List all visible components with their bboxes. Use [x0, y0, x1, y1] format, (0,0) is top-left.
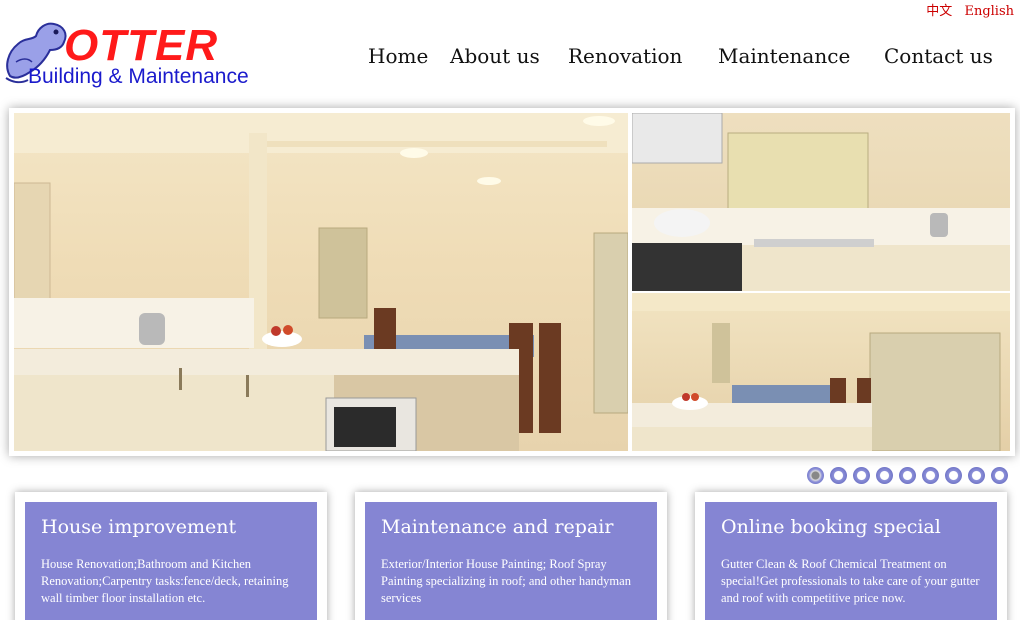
lang-chinese-link[interactable]: 中文: [926, 4, 952, 19]
slider-dot-1[interactable]: [807, 467, 824, 484]
card-panel: Online booking special Gutter Clean & Ro…: [705, 502, 997, 620]
card-title: Maintenance and repair: [381, 516, 614, 538]
slider-dot-8[interactable]: [968, 467, 985, 484]
card-panel: House improvement House Renovation;Bathr…: [25, 502, 317, 620]
language-switcher: 中文 English: [918, 0, 1014, 19]
hero-slider[interactable]: [9, 108, 1015, 456]
slider-dot-2[interactable]: [830, 467, 847, 484]
slider-dot-7[interactable]: [945, 467, 962, 484]
logo-word: OTTER: [64, 21, 219, 70]
slider-dot-9[interactable]: [991, 467, 1008, 484]
nav-contact-us[interactable]: Contact us: [884, 44, 993, 68]
card-online-booking[interactable]: Online booking special Gutter Clean & Ro…: [695, 492, 1007, 620]
kitchen-photo-bottom-right: [632, 293, 1010, 451]
kitchen-photo-top-right: [632, 113, 1010, 291]
slider-dot-4[interactable]: [876, 467, 893, 484]
lang-english-link[interactable]: English: [964, 4, 1014, 19]
slider-dot-5[interactable]: [899, 467, 916, 484]
card-panel: Maintenance and repair Exterior/Interior…: [365, 502, 657, 620]
slider-dot-6[interactable]: [922, 467, 939, 484]
slider-dot-3[interactable]: [853, 467, 870, 484]
card-title: House improvement: [41, 516, 237, 538]
card-house-improvement[interactable]: House improvement House Renovation;Bathr…: [15, 492, 327, 620]
card-title: Online booking special: [721, 516, 941, 538]
kitchen-photo-main: [14, 113, 628, 451]
nav-home[interactable]: Home: [368, 44, 428, 68]
card-maintenance-repair[interactable]: Maintenance and repair Exterior/Interior…: [355, 492, 667, 620]
nav-about-us[interactable]: About us: [450, 44, 540, 68]
card-body: Exterior/Interior House Painting; Roof S…: [381, 557, 631, 605]
site-logo[interactable]: OTTER Building & Maintenance: [2, 18, 282, 93]
nav-renovation[interactable]: Renovation: [568, 44, 682, 68]
card-body: House Renovation;Bathroom and Kitchen Re…: [41, 557, 289, 605]
card-body: Gutter Clean & Roof Chemical Treatment o…: [721, 557, 980, 605]
nav-maintenance[interactable]: Maintenance: [718, 44, 850, 68]
logo-subtitle: Building & Maintenance: [28, 65, 249, 88]
